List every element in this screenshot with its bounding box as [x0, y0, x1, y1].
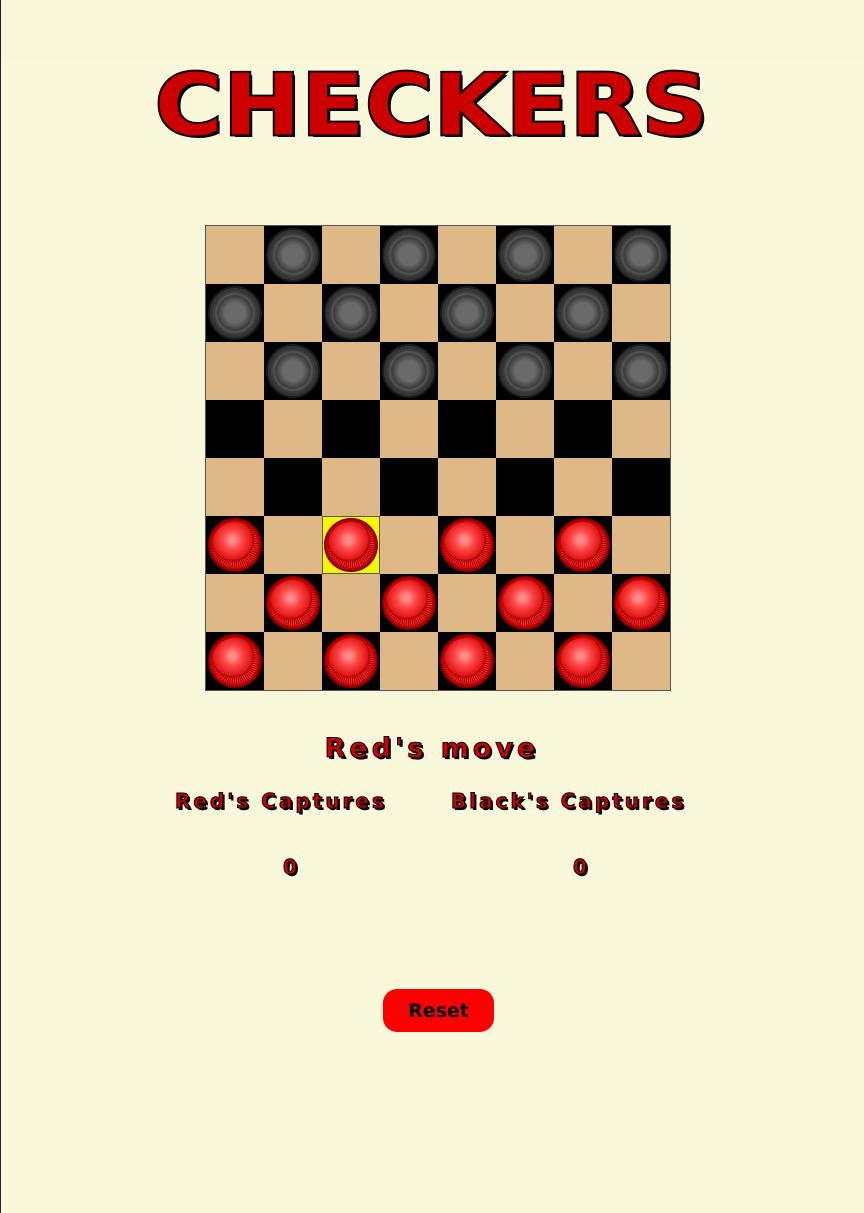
- red-checker-piece[interactable]: [208, 634, 262, 688]
- black-checker-piece[interactable]: [556, 286, 610, 340]
- board-square[interactable]: [554, 632, 612, 690]
- board-square[interactable]: [206, 516, 264, 574]
- board-square[interactable]: [380, 516, 438, 574]
- turn-indicator: Red's move: [324, 733, 540, 765]
- board-square[interactable]: [612, 516, 670, 574]
- black-checker-piece[interactable]: [382, 228, 436, 282]
- board-square[interactable]: [322, 516, 380, 574]
- board-square[interactable]: [554, 400, 612, 458]
- board-square[interactable]: [264, 342, 322, 400]
- board-square[interactable]: [264, 284, 322, 342]
- board-square[interactable]: [612, 400, 670, 458]
- board-square[interactable]: [322, 284, 380, 342]
- board-square[interactable]: [438, 226, 496, 284]
- board-square[interactable]: [380, 400, 438, 458]
- board-square[interactable]: [206, 226, 264, 284]
- black-checker-piece[interactable]: [498, 228, 552, 282]
- board-square[interactable]: [438, 632, 496, 690]
- board-square[interactable]: [438, 574, 496, 632]
- board-square[interactable]: [206, 342, 264, 400]
- board-square[interactable]: [612, 574, 670, 632]
- board-square[interactable]: [612, 458, 670, 516]
- board-square[interactable]: [322, 458, 380, 516]
- board-square[interactable]: [264, 226, 322, 284]
- board-square[interactable]: [380, 342, 438, 400]
- board-square[interactable]: [322, 342, 380, 400]
- checkers-board[interactable]: [205, 225, 671, 691]
- black-captures-count: 0: [573, 855, 588, 880]
- red-checker-piece[interactable]: [556, 518, 610, 572]
- red-checker-piece[interactable]: [498, 576, 552, 630]
- board-square[interactable]: [380, 458, 438, 516]
- board-square[interactable]: [206, 284, 264, 342]
- board-square[interactable]: [554, 458, 612, 516]
- board-square[interactable]: [496, 342, 554, 400]
- game-title: CHECKERS: [153, 54, 710, 156]
- board-square[interactable]: [496, 284, 554, 342]
- red-checker-piece[interactable]: [208, 518, 262, 572]
- board-square[interactable]: [380, 632, 438, 690]
- board-square[interactable]: [438, 516, 496, 574]
- board-square[interactable]: [264, 458, 322, 516]
- black-checker-piece[interactable]: [498, 344, 552, 398]
- board-square[interactable]: [496, 632, 554, 690]
- red-checker-piece[interactable]: [614, 576, 668, 630]
- board-square[interactable]: [612, 226, 670, 284]
- board-square[interactable]: [496, 516, 554, 574]
- board-square[interactable]: [380, 574, 438, 632]
- board-square[interactable]: [322, 226, 380, 284]
- header-band: [1, 0, 864, 60]
- board-square[interactable]: [380, 226, 438, 284]
- board-square[interactable]: [438, 342, 496, 400]
- board-square[interactable]: [554, 342, 612, 400]
- board-square[interactable]: [496, 458, 554, 516]
- black-checker-piece[interactable]: [324, 286, 378, 340]
- black-checker-piece[interactable]: [382, 344, 436, 398]
- board-square[interactable]: [206, 458, 264, 516]
- board-square[interactable]: [496, 574, 554, 632]
- board-square[interactable]: [264, 400, 322, 458]
- board-square[interactable]: [554, 284, 612, 342]
- red-captures-count: 0: [283, 855, 298, 880]
- board-square[interactable]: [380, 284, 438, 342]
- board-square[interactable]: [496, 226, 554, 284]
- board-square[interactable]: [206, 400, 264, 458]
- black-checker-piece[interactable]: [614, 228, 668, 282]
- red-checker-piece[interactable]: [382, 576, 436, 630]
- board-square[interactable]: [554, 516, 612, 574]
- board-square[interactable]: [496, 400, 554, 458]
- board-square[interactable]: [206, 574, 264, 632]
- board-square[interactable]: [264, 632, 322, 690]
- black-checker-piece[interactable]: [440, 286, 494, 340]
- board-square[interactable]: [554, 574, 612, 632]
- board-square[interactable]: [438, 400, 496, 458]
- board-square[interactable]: [264, 516, 322, 574]
- black-checker-piece[interactable]: [266, 344, 320, 398]
- board-square[interactable]: [612, 632, 670, 690]
- board-square[interactable]: [322, 574, 380, 632]
- red-checker-piece[interactable]: [266, 576, 320, 630]
- red-captures-label: Red's Captures: [175, 789, 387, 814]
- board-square[interactable]: [612, 342, 670, 400]
- black-checker-piece[interactable]: [266, 228, 320, 282]
- black-checker-piece[interactable]: [614, 344, 668, 398]
- board-square[interactable]: [554, 226, 612, 284]
- board-square[interactable]: [206, 632, 264, 690]
- red-checker-piece[interactable]: [324, 634, 378, 688]
- board-square[interactable]: [438, 284, 496, 342]
- reset-button[interactable]: Reset: [383, 989, 494, 1032]
- red-checker-piece[interactable]: [556, 634, 610, 688]
- board-square[interactable]: [322, 400, 380, 458]
- red-checker-piece[interactable]: [324, 518, 378, 572]
- board-square[interactable]: [612, 284, 670, 342]
- red-checker-piece[interactable]: [440, 518, 494, 572]
- page-left-border: [0, 0, 1, 1213]
- black-checker-piece[interactable]: [208, 286, 262, 340]
- red-checker-piece[interactable]: [440, 634, 494, 688]
- board-square[interactable]: [438, 458, 496, 516]
- board-square[interactable]: [264, 574, 322, 632]
- board-square[interactable]: [322, 632, 380, 690]
- black-captures-label: Black's Captures: [450, 789, 687, 814]
